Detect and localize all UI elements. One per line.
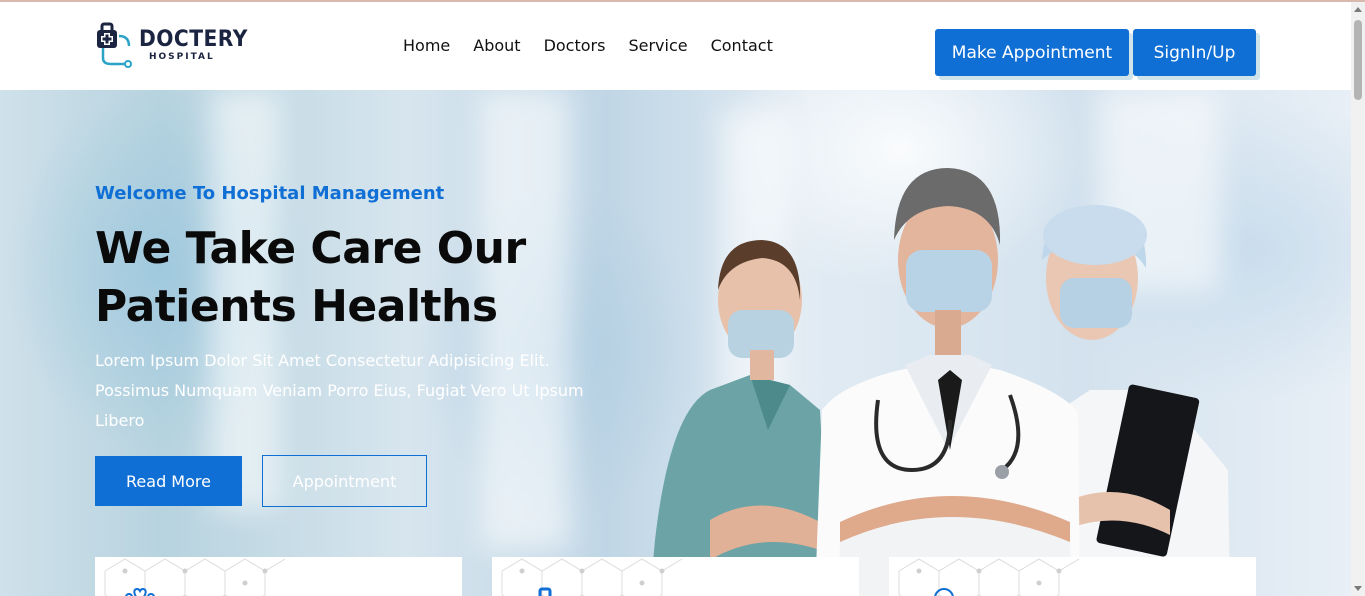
medical-bag-stethoscope-icon [95, 22, 135, 68]
feature-card-3[interactable] [889, 557, 1256, 596]
hero-title-line-1: We Take Care Our [95, 223, 526, 274]
three-doctors-photo [650, 168, 1230, 596]
read-more-button[interactable]: Read More [95, 456, 242, 506]
hero-title: We Take Care Our Patients Healths [95, 220, 655, 336]
hero-description: Lorem Ipsum Dolor Sit Amet Consectetur A… [95, 351, 584, 430]
nav-link-doctors[interactable]: Doctors [544, 36, 606, 55]
nav-link-home[interactable]: Home [403, 36, 450, 55]
appointment-button[interactable]: Appointment [262, 455, 427, 507]
medical-device-icon [538, 587, 552, 596]
scroll-up-arrow-icon[interactable] [1354, 7, 1362, 12]
page-scrollbar[interactable] [1351, 2, 1365, 596]
doctor-center [815, 168, 1080, 596]
search-person-icon [934, 588, 954, 596]
make-appointment-button[interactable]: Make Appointment [935, 29, 1129, 76]
scroll-down-arrow-icon[interactable] [1354, 586, 1362, 591]
hero-section: Welcome To Hospital Management We Take C… [0, 90, 1351, 596]
hero-title-line-2: Patients Healths [95, 281, 498, 332]
heart-hands-icon [125, 587, 155, 596]
brand-tagline: HOSPITAL [149, 51, 215, 62]
doctor-left [650, 240, 830, 596]
feature-card-2[interactable] [492, 557, 859, 596]
nav-link-contact[interactable]: Contact [711, 36, 773, 55]
brand-logo[interactable]: DOCTERY HOSPITAL [95, 22, 257, 68]
nav-link-about[interactable]: About [473, 36, 520, 55]
scroll-thumb[interactable] [1354, 20, 1362, 100]
feature-card-1[interactable] [95, 557, 462, 596]
signin-button[interactable]: SignIn/Up [1133, 29, 1256, 76]
main-nav: Home About Doctors Service Contact [403, 36, 796, 55]
brand-name: DOCTERY [139, 26, 248, 52]
hero-subtitle: Welcome To Hospital Management [95, 183, 445, 204]
nav-link-service[interactable]: Service [628, 36, 687, 55]
site-header: DOCTERY HOSPITAL Home About Doctors Serv… [0, 2, 1351, 90]
